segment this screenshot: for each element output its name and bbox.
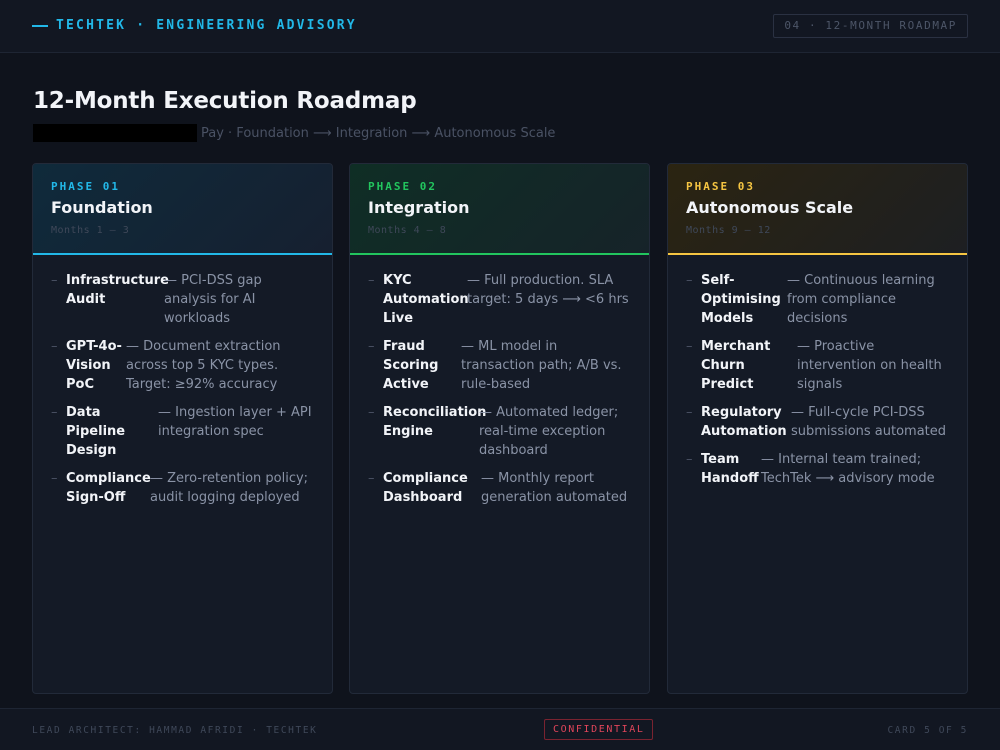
phase-card-2: PHASE 02 Integration Months 4 – 8 – KYC … (349, 163, 650, 694)
item-desc: — PCI-DSS gap analysis for AI workloads (164, 273, 262, 326)
list-item: – KYC Automation Live — Full production.… (368, 271, 631, 328)
dash-bullet-icon: – (368, 339, 375, 354)
phase-card-3: PHASE 03 Autonomous Scale Months 9 – 12 … (667, 163, 968, 694)
subtitle: Pay · Foundation ⟶ Integration ⟶ Autonom… (33, 124, 555, 142)
phase-title: Autonomous Scale (686, 198, 854, 217)
item-desc: — Ingestion layer + API integration spec (158, 405, 312, 439)
item-name: Self-Optimising Models (701, 273, 781, 326)
dash-bullet-icon: – (368, 273, 375, 288)
redaction-block (33, 124, 197, 142)
list-item: – Infrastructure Audit — PCI-DSS gap ana… (51, 271, 314, 328)
phase-items: – Self-Optimising Models — Continuous le… (668, 255, 967, 488)
dash-bullet-icon: – (51, 273, 58, 288)
list-item: – Team Handoff — Internal team trained; … (686, 450, 949, 488)
confidential-badge: CONFIDENTIAL (544, 719, 654, 740)
phase-card-1: PHASE 01 Foundation Months 1 – 3 – Infra… (32, 163, 333, 694)
item-name: Infrastructure Audit (66, 273, 169, 307)
item-name: Data Pipeline Design (66, 405, 126, 458)
item-desc: — Automated ledger; real-time exception … (479, 405, 619, 458)
item-name: Compliance Sign-Off (66, 471, 151, 505)
list-item: – Merchant Churn Predict — Proactive int… (686, 337, 949, 394)
list-item: – Regulatory Automation — Full-cycle PCI… (686, 403, 949, 441)
item-desc: — Proactive intervention on health signa… (797, 339, 942, 392)
brand-label: TECHTEK · ENGINEERING ADVISORY (56, 18, 357, 33)
list-item: – Data Pipeline Design — Ingestion layer… (51, 403, 314, 460)
item-name: GPT-4o-Vision PoC (66, 339, 122, 392)
item-desc: — Zero-retention policy; audit logging d… (150, 471, 309, 505)
list-item: – Reconciliation Engine — Automated ledg… (368, 403, 631, 460)
item-name: Reconciliation Engine (383, 405, 487, 439)
item-desc: — ML model in transaction path; A/B vs. … (461, 339, 622, 392)
dash-bullet-icon: – (686, 273, 693, 288)
dash-bullet-icon: – (51, 471, 58, 486)
top-bar: TECHTEK · ENGINEERING ADVISORY 04 · 12-M… (0, 0, 1000, 53)
page-title: 12-Month Execution Roadmap (33, 88, 417, 114)
phase-label: PHASE 03 (686, 180, 755, 193)
card-count: CARD 5 OF 5 (887, 725, 968, 736)
item-desc: — Internal team trained; TechTek ⟶ advis… (761, 452, 935, 486)
list-item: – GPT-4o-Vision PoC — Document extractio… (51, 337, 314, 394)
list-item: – Fraud Scoring Active — ML model in tra… (368, 337, 631, 394)
phase-label: PHASE 01 (51, 180, 120, 193)
phase-months: Months 1 – 3 (51, 225, 130, 236)
item-desc: — Continuous learning from compliance de… (787, 273, 935, 326)
dash-bullet-icon: – (368, 471, 375, 486)
dash-bullet-icon: – (686, 405, 693, 420)
item-desc: — Full production. SLA target: 5 days ⟶ … (467, 273, 629, 307)
item-desc: — Document extraction across top 5 KYC t… (126, 339, 281, 392)
dash-bullet-icon: – (51, 405, 58, 420)
phase-months: Months 9 – 12 (686, 225, 771, 236)
dash-bullet-icon: – (51, 339, 58, 354)
item-name: Team Handoff (701, 452, 759, 486)
phase-card-header: PHASE 03 Autonomous Scale Months 9 – 12 (668, 164, 967, 255)
subtitle-text: Pay · Foundation ⟶ Integration ⟶ Autonom… (201, 125, 556, 141)
phase-title: Foundation (51, 198, 153, 217)
list-item: – Self-Optimising Models — Continuous le… (686, 271, 949, 328)
dash-bullet-icon: – (368, 405, 375, 420)
phase-months: Months 4 – 8 (368, 225, 447, 236)
phase-items: – Infrastructure Audit — PCI-DSS gap ana… (33, 255, 332, 507)
lead-architect: LEAD ARCHITECT: HAMMAD AFRIDI · TECHTEK (32, 725, 318, 736)
phase-title: Integration (368, 198, 470, 217)
phase-label: PHASE 02 (368, 180, 437, 193)
item-desc: — Full-cycle PCI-DSS submissions automat… (791, 405, 947, 439)
item-name: KYC Automation Live (383, 273, 469, 326)
phase-card-header: PHASE 01 Foundation Months 1 – 3 (33, 164, 332, 255)
list-item: – Compliance Dashboard — Monthly report … (368, 469, 631, 507)
item-name: Regulatory Automation (701, 405, 787, 439)
item-name: Merchant Churn Predict (701, 339, 771, 392)
item-name: Fraud Scoring Active (383, 339, 439, 392)
item-name: Compliance Dashboard (383, 471, 468, 505)
dash-bullet-icon: – (686, 339, 693, 354)
item-desc: — Monthly report generation automated (481, 471, 628, 505)
list-item: – Compliance Sign-Off — Zero-retention p… (51, 469, 314, 507)
brand-dash-icon (32, 24, 48, 27)
dash-bullet-icon: – (686, 452, 693, 467)
phase-items: – KYC Automation Live — Full production.… (350, 255, 649, 507)
bottom-bar: LEAD ARCHITECT: HAMMAD AFRIDI · TECHTEK … (0, 708, 1000, 750)
brand: TECHTEK · ENGINEERING ADVISORY (32, 18, 357, 33)
slide-tag: 04 · 12-MONTH ROADMAP (773, 14, 968, 38)
phase-card-header: PHASE 02 Integration Months 4 – 8 (350, 164, 649, 255)
